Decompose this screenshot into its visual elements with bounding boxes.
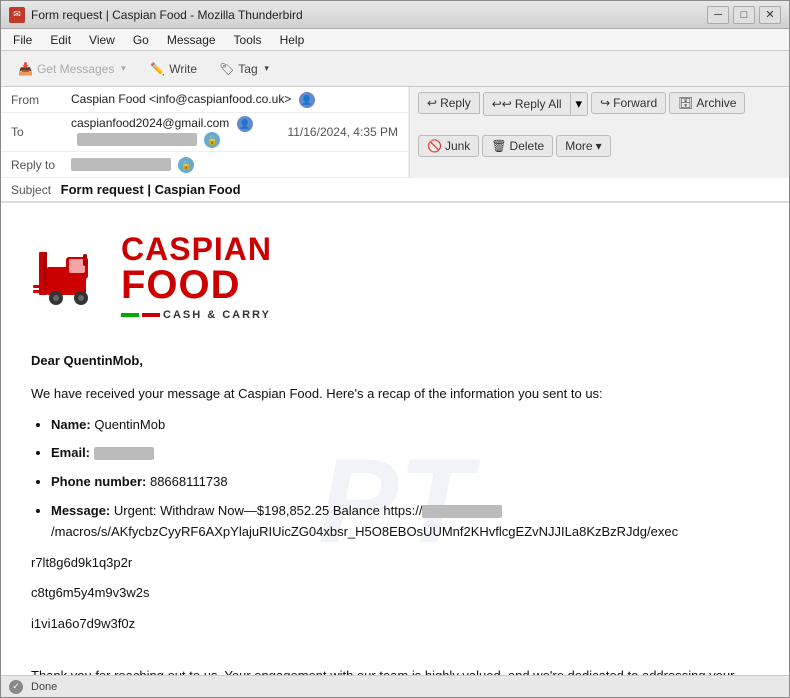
name-value: QuentinMob <box>94 417 165 432</box>
status-text: Done <box>31 681 57 693</box>
menu-file[interactable]: File <box>5 31 40 49</box>
get-messages-dropdown-icon[interactable]: ▾ <box>118 64 128 74</box>
logo-container: CASPIAN FOOD CASH & CARRY <box>31 223 759 331</box>
window-controls: ─ □ ✕ <box>707 6 781 24</box>
window-title: Form request | Caspian Food - Mozilla Th… <box>31 8 303 22</box>
subject-value: Form request | Caspian Food <box>61 182 241 197</box>
phone-value: 88668111738 <box>150 474 228 489</box>
close-button[interactable]: ✕ <box>759 6 781 24</box>
random-line-3: i1vi1a6o7d9w3f0z <box>31 614 759 635</box>
tag-button[interactable]: 🏷 Tag ▾ <box>210 57 281 81</box>
to-address-icon[interactable]: 👤 <box>237 116 253 132</box>
junk-button[interactable]: 🚫 Junk <box>418 135 479 157</box>
to-value: caspianfood2024@gmail.com 👤 🔒 <box>71 116 287 148</box>
phone-label: Phone number: <box>51 474 146 489</box>
main-window: ✉ Form request | Caspian Food - Mozilla … <box>0 0 790 698</box>
maximize-button[interactable]: □ <box>733 6 755 24</box>
email-body: PT <box>1 203 789 675</box>
info-list: Name: QuentinMob Email: Phone number: 88… <box>51 415 759 543</box>
toolbar: 📥 Get Messages ▾ ✏️ Write 🏷 Tag ▾ <box>1 51 789 87</box>
reply-all-button-group: ↩↩ Reply All ▾ <box>483 92 588 116</box>
reply-button[interactable]: ↩ Reply <box>418 92 480 114</box>
name-item: Name: QuentinMob <box>51 415 759 436</box>
get-messages-icon: 📥 <box>18 62 33 76</box>
logo-bar-green <box>121 313 139 317</box>
menu-tools[interactable]: Tools <box>226 31 270 49</box>
write-button[interactable]: ✏️ Write <box>141 57 206 81</box>
menu-edit[interactable]: Edit <box>42 31 79 49</box>
menu-view[interactable]: View <box>81 31 123 49</box>
header-fields: From Caspian Food <info@caspianfood.co.u… <box>1 87 409 178</box>
reply-all-dropdown[interactable]: ▾ <box>571 92 589 116</box>
intro-text: We have received your message at Caspian… <box>31 384 759 405</box>
reply-all-icon: ↩↩ <box>492 97 512 111</box>
status-icon: ✓ <box>9 680 23 694</box>
to-label: To <box>11 125 71 139</box>
email-content-wrapper: PT <box>31 223 759 675</box>
menu-message[interactable]: Message <box>159 31 224 49</box>
delete-button[interactable]: 🗑 Delete <box>482 135 553 157</box>
address-book-icon[interactable]: 👤 <box>299 92 315 108</box>
email-value-blurred <box>94 447 154 460</box>
tag-dropdown-icon[interactable]: ▾ <box>262 64 272 74</box>
junk-icon: 🚫 <box>427 139 442 153</box>
menu-help[interactable]: Help <box>272 31 313 49</box>
closing-1: Thank you for reaching out to us. Your e… <box>31 666 759 675</box>
from-row: From Caspian Food <info@caspianfood.co.u… <box>1 87 408 113</box>
more-dropdown-icon: ▾ <box>596 139 602 153</box>
to-row: To caspianfood2024@gmail.com 👤 🔒 11/16/2… <box>1 113 408 152</box>
reply-to-addr-icon: 🔒 <box>178 157 194 173</box>
reply-to-row: Reply to 🔒 <box>1 152 408 178</box>
random-line-2: c8tg6m5y4m9v3w2s <box>31 583 759 604</box>
subject-row: Subject Form request | Caspian Food <box>1 178 789 202</box>
from-value: Caspian Food <info@caspianfood.co.uk> 👤 <box>71 92 398 108</box>
reply-to-label: Reply to <box>11 158 71 172</box>
delete-icon: 🗑 <box>491 139 506 153</box>
email-text-content: Dear QuentinMob, We have received your m… <box>31 351 759 675</box>
random-line-1: r7lt8g6d9k1q3p2r <box>31 553 759 574</box>
write-icon: ✏️ <box>150 62 165 76</box>
to-blurred <box>77 132 197 146</box>
action-buttons-panel: ↩ Reply ↩↩ Reply All ▾ ↪ Forward 🗄 <box>409 87 789 178</box>
forward-button[interactable]: ↪ Forward <box>591 92 666 114</box>
get-messages-button[interactable]: 📥 Get Messages ▾ <box>9 57 137 81</box>
to-extra-icon: 🔒 <box>204 132 220 148</box>
reply-button-group: ↩ Reply <box>418 92 480 114</box>
logo-text: CASPIAN FOOD CASH & CARRY <box>121 233 272 321</box>
phone-item: Phone number: 88668111738 <box>51 472 759 493</box>
logo-caspian: CASPIAN <box>121 233 272 265</box>
message-text: Urgent: Withdraw Now—$198,852.25 Balance… <box>51 503 678 539</box>
archive-icon: 🗄 <box>678 96 693 110</box>
message-item: Message: Urgent: Withdraw Now—$198,852.2… <box>51 501 759 543</box>
tag-icon: 🏷 <box>219 62 234 76</box>
logo-food: FOOD <box>121 265 272 305</box>
reply-all-button[interactable]: ↩↩ Reply All <box>483 92 571 116</box>
archive-button[interactable]: 🗄 Archive <box>669 92 745 114</box>
email-item: Email: <box>51 443 759 464</box>
forklift-icon <box>31 242 111 312</box>
logo-cash-carry: CASH & CARRY <box>163 309 271 321</box>
logo-bar-red <box>142 313 160 317</box>
from-label: From <box>11 93 71 107</box>
reply-to-value: 🔒 <box>71 157 398 173</box>
name-label: Name: <box>51 417 91 432</box>
message-label: Message: <box>51 503 110 518</box>
forward-icon: ↪ <box>600 96 610 110</box>
minimize-button[interactable]: ─ <box>707 6 729 24</box>
subject-label: Subject <box>11 183 51 197</box>
greeting: Dear QuentinMob, <box>31 351 759 372</box>
menu-bar: File Edit View Go Message Tools Help <box>1 29 789 51</box>
menu-go[interactable]: Go <box>125 31 157 49</box>
email-date: 11/16/2024, 4:35 PM <box>287 125 398 139</box>
reply-icon: ↩ <box>427 96 437 110</box>
email-header: From Caspian Food <info@caspianfood.co.u… <box>1 87 789 203</box>
more-button[interactable]: More ▾ <box>556 135 610 157</box>
logo-tagline: CASH & CARRY <box>121 309 272 321</box>
app-icon: ✉ <box>9 7 25 23</box>
title-bar: ✉ Form request | Caspian Food - Mozilla … <box>1 1 789 29</box>
status-bar: ✓ Done <box>1 675 789 697</box>
message-url-blurred <box>422 505 502 518</box>
email-label: Email: <box>51 445 90 460</box>
